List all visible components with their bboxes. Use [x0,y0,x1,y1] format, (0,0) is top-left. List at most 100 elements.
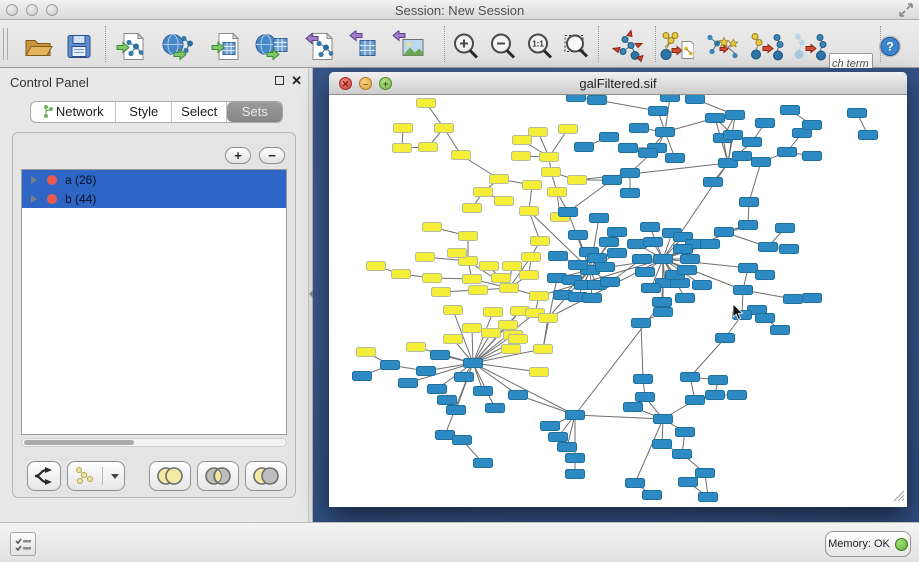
graph-node[interactable] [759,243,778,252]
venn-difference-button[interactable] [245,461,287,491]
graph-node[interactable] [624,403,643,412]
graph-node[interactable] [495,197,514,206]
network-canvas[interactable] [330,95,906,503]
graph-node[interactable] [603,176,622,185]
graph-node[interactable] [679,478,698,487]
network-view-window[interactable]: ✕ – + galFiltered.sif [329,72,907,507]
export-image-icon[interactable] [391,31,425,68]
graph-node[interactable] [438,396,457,405]
graph-node[interactable] [706,391,725,400]
add-set-button[interactable]: + [225,147,251,164]
save-session-icon[interactable] [65,33,93,66]
graph-node[interactable] [530,368,549,377]
tab-sets[interactable]: Sets [227,102,282,122]
set-row-b[interactable]: b (44) [22,189,286,208]
graph-node[interactable] [739,264,758,273]
graph-node[interactable] [452,151,471,160]
graph-node[interactable] [600,238,619,247]
graph-node[interactable] [534,345,553,354]
graph-node[interactable] [431,351,450,360]
graph-node[interactable] [455,373,474,382]
import-table-file-icon[interactable] [210,31,242,68]
graph-node[interactable] [608,249,627,258]
graph-node[interactable] [549,252,568,261]
graph-node[interactable] [463,275,482,284]
graph-node[interactable] [423,274,442,283]
graph-node[interactable] [696,469,715,478]
graph-node[interactable] [542,168,561,177]
graph-node[interactable] [699,493,718,502]
graph-node[interactable] [632,319,651,328]
graph-node[interactable] [643,491,662,500]
import-network-file-icon[interactable] [115,31,147,68]
hide-selected-icon[interactable] [749,30,785,69]
task-history-button[interactable] [10,532,36,556]
graph-node[interactable] [353,372,372,381]
graph-node[interactable] [432,288,451,297]
graph-node[interactable] [644,238,663,247]
graph-node[interactable] [568,176,587,185]
graph-node[interactable] [399,379,418,388]
graph-node[interactable] [654,308,673,317]
graph-node[interactable] [520,207,539,216]
graph-node[interactable] [357,348,376,357]
graph-node[interactable] [474,459,493,468]
graph-node[interactable] [701,240,720,249]
graph-node[interactable] [686,95,705,104]
graph-node[interactable] [848,109,867,118]
venn-intersection-button[interactable] [197,461,239,491]
scrollbar-thumb[interactable] [24,440,134,445]
graph-node[interactable] [743,138,762,147]
graph-node[interactable] [642,284,661,293]
import-network-web-icon[interactable] [162,31,196,68]
graph-node[interactable] [500,284,519,293]
graph-node[interactable] [503,262,522,271]
network-from-selection-icon[interactable] [658,30,694,69]
graph-node[interactable] [781,106,800,115]
graph-node[interactable] [492,274,511,283]
graph-node[interactable] [513,136,532,145]
graph-node[interactable] [558,443,577,452]
graph-node[interactable] [686,396,705,405]
graph-node[interactable] [678,266,697,275]
graph-node[interactable] [676,428,695,437]
first-neighbors-icon[interactable] [704,30,740,69]
graph-node[interactable] [416,253,435,262]
graph-node[interactable] [381,361,400,370]
graph-node[interactable] [666,154,685,163]
graph-node[interactable] [706,114,725,123]
graph-node[interactable] [600,133,619,142]
graph-node[interactable] [559,125,578,134]
graph-node[interactable] [588,96,607,105]
graph-node[interactable] [509,391,528,400]
graph-node[interactable] [464,359,483,368]
graph-node[interactable] [417,367,436,376]
graph-node[interactable] [541,422,560,431]
graph-node[interactable] [566,411,585,420]
graph-node[interactable] [512,152,531,161]
graph-node[interactable] [392,270,411,279]
graph-node[interactable] [778,148,797,157]
graph-node[interactable] [726,111,745,120]
graph-node[interactable] [608,228,627,237]
graph-node[interactable] [393,144,412,153]
graph-node[interactable] [681,373,700,382]
tab-select[interactable]: Select [172,102,228,122]
graph-node[interactable] [499,321,518,330]
export-table-icon[interactable] [348,31,380,68]
graph-node[interactable] [621,189,640,198]
graph-node[interactable] [566,470,585,479]
graph-node[interactable] [654,255,673,264]
close-panel-icon[interactable]: ✕ [291,73,302,89]
graph-node[interactable] [734,286,753,295]
graph-node[interactable] [583,294,602,303]
graph-node[interactable] [531,237,550,246]
float-panel-icon[interactable] [275,76,284,85]
graph-node[interactable] [715,228,734,237]
venn-union-button[interactable] [149,461,191,491]
graph-node[interactable] [639,149,658,158]
graph-node[interactable] [444,335,463,344]
sets-list[interactable]: a (26) b (44) [21,169,287,435]
zoom-actual-size-icon[interactable]: 1:1 [525,32,555,67]
graph-node[interactable] [621,169,640,178]
